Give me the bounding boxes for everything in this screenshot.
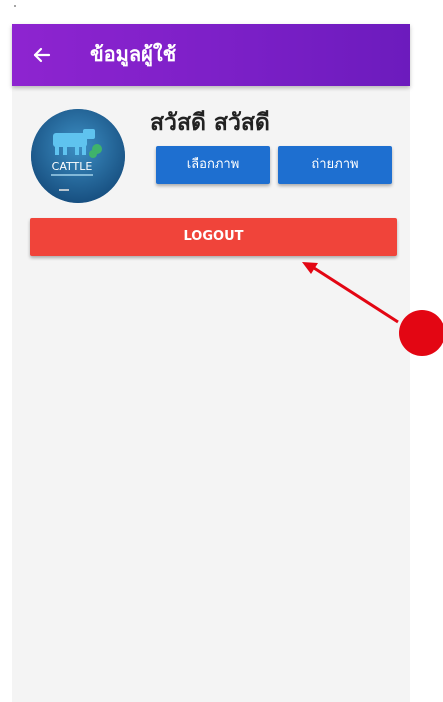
take-photo-button[interactable]: ถ่ายภาพ [278, 146, 392, 184]
logout-button[interactable]: LOGOUT [30, 218, 397, 256]
page-title: ข้อมูลผู้ใช้ [90, 42, 177, 66]
back-button[interactable] [26, 39, 58, 71]
app-screen: ข้อมูลผู้ใช้ CATTLE สวัสดี สวัสดี เลือกภ… [12, 0, 410, 702]
status-indicator [14, 5, 16, 7]
status-bar [12, 0, 410, 24]
user-name: สวัสดี สวัสดี [150, 110, 270, 136]
app-bar: ข้อมูลผู้ใช้ [12, 24, 410, 86]
cattle-logo-image: CATTLE [31, 109, 125, 203]
avatar-logo-text: CATTLE [52, 160, 93, 173]
arrow-left-icon [33, 47, 51, 63]
avatar: CATTLE [31, 109, 125, 203]
choose-image-button[interactable]: เลือกภาพ [156, 146, 270, 184]
